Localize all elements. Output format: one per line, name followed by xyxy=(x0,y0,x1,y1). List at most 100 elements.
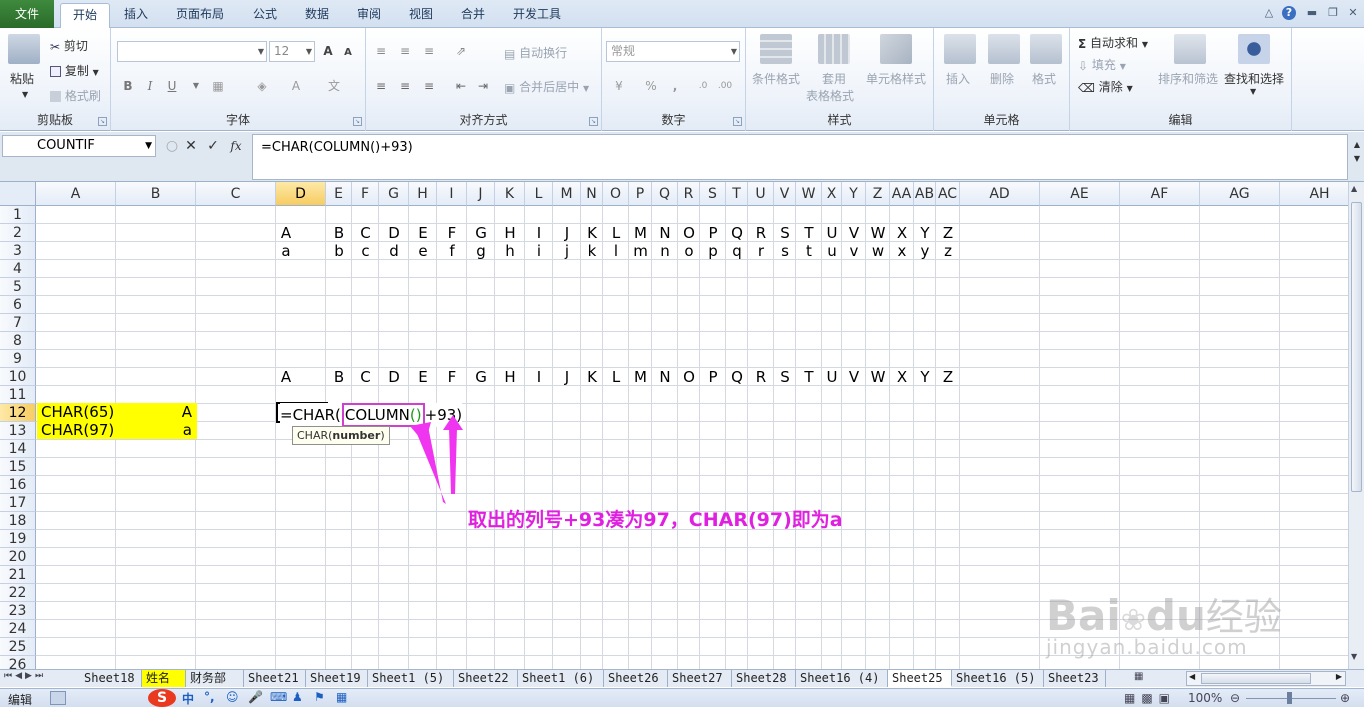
font-launcher-icon[interactable]: ↘ xyxy=(353,117,362,126)
tab-page-layout[interactable]: 页面布局 xyxy=(168,3,232,28)
borders-icon[interactable]: ▦ xyxy=(209,77,227,95)
number-format-combo[interactable]: 常规 ▼ xyxy=(606,41,740,62)
align-top-icon[interactable]: ≡ xyxy=(372,42,390,60)
tab-home[interactable]: 开始 xyxy=(60,3,110,29)
shrink-font-button[interactable]: A xyxy=(339,44,357,62)
hscroll-right-icon[interactable]: ▶ xyxy=(1336,672,1342,681)
align-right-icon[interactable]: ≡ xyxy=(420,77,438,95)
formula-input[interactable]: =CHAR(COLUMN()+93) xyxy=(252,134,1348,180)
align-bottom-icon[interactable]: ≡ xyxy=(420,42,438,60)
increase-indent-icon[interactable]: ⇥ xyxy=(474,77,492,95)
tab-data[interactable]: 数据 xyxy=(296,3,338,28)
sheet-tab-4[interactable]: Sheet19 xyxy=(306,670,368,687)
tab-formulas[interactable]: 公式 xyxy=(244,3,286,28)
delete-cells-button[interactable]: 删除 xyxy=(990,70,1014,87)
paste-dropdown-icon[interactable]: ▼ xyxy=(22,90,28,99)
cancel-edit-icon[interactable]: ✕ xyxy=(182,137,200,155)
font-color-icon[interactable]: A xyxy=(287,77,305,95)
find-select-dropdown-icon[interactable]: ▼ xyxy=(1250,87,1256,96)
sheet-nav-icon[interactable]: ⏮◀▶⏭ xyxy=(4,671,46,681)
sheet-tab-3[interactable]: Sheet21 xyxy=(244,670,306,687)
format-cells-button[interactable]: 格式 xyxy=(1032,70,1056,87)
decrease-decimal-icon[interactable]: .00 xyxy=(716,77,734,95)
help-icon[interactable]: ? xyxy=(1282,6,1296,20)
toolbox-icon[interactable]: ▦ xyxy=(336,690,347,704)
align-left-icon[interactable]: ≡ xyxy=(372,77,390,95)
find-select-button[interactable]: 查找和选择 xyxy=(1224,70,1284,87)
sheet-tab-11[interactable]: Sheet16 (4) xyxy=(796,670,888,687)
tab-developer[interactable]: 开发工具 xyxy=(504,3,570,28)
underline-dropdown-icon[interactable]: ▼ xyxy=(187,77,205,95)
conditional-format-button[interactable]: 条件格式 xyxy=(752,70,800,87)
collapse-ribbon-icon[interactable]: △ xyxy=(1261,6,1277,20)
format-as-table-button[interactable]: 套用 xyxy=(822,70,846,87)
orientation-icon[interactable]: ⇗ xyxy=(452,42,470,60)
hscroll-thumb[interactable] xyxy=(1201,673,1311,684)
sheet-tab-10[interactable]: Sheet28 xyxy=(732,670,796,687)
decrease-indent-icon[interactable]: ⇤ xyxy=(452,77,470,95)
scroll-down-icon[interactable]: ▼ xyxy=(1351,652,1357,661)
ime-mode[interactable]: 中 xyxy=(182,690,194,707)
sheet-tab-9[interactable]: Sheet27 xyxy=(668,670,732,687)
sheet-tab-12[interactable]: Sheet25 xyxy=(888,670,952,687)
format-painter-button[interactable]: 格式刷 xyxy=(50,87,101,104)
tab-merge[interactable]: 合并 xyxy=(452,3,494,28)
font-name-combo[interactable]: ▼ xyxy=(117,41,267,62)
close-icon[interactable]: ✕ xyxy=(1345,6,1361,20)
bold-button[interactable]: B xyxy=(119,77,137,95)
zoom-out-icon[interactable]: ⊖ xyxy=(1230,691,1240,705)
horizontal-scrollbar[interactable]: ◀ ▶ xyxy=(1186,671,1346,686)
name-box[interactable]: COUNTIF ▼ xyxy=(2,135,156,157)
sort-filter-button[interactable]: 排序和筛选 xyxy=(1158,70,1218,87)
restore-icon[interactable]: ❐ xyxy=(1325,6,1341,20)
zoom-level[interactable]: 100% xyxy=(1188,691,1222,705)
tab-insert[interactable]: 插入 xyxy=(114,3,158,28)
font-size-combo[interactable]: 12 ▼ xyxy=(269,41,315,62)
wrap-text-button[interactable]: ▤ 自动换行 xyxy=(504,44,567,61)
sheet-tab-7[interactable]: Sheet1 (6) xyxy=(518,670,604,687)
microphone-icon[interactable]: 🎤 xyxy=(248,690,263,704)
paste-button[interactable]: 粘贴 xyxy=(10,70,34,87)
macro-record-icon[interactable] xyxy=(50,691,66,705)
confirm-edit-icon[interactable]: ✓ xyxy=(204,137,222,155)
insert-function-icon[interactable]: fx xyxy=(227,137,245,155)
underline-button[interactable]: U xyxy=(163,77,181,95)
scroll-up-icon[interactable]: ▲ xyxy=(1351,184,1357,193)
emoji-icon[interactable]: ☺ xyxy=(226,690,239,704)
cell-styles-button[interactable]: 单元格样式 xyxy=(866,70,926,87)
align-center-icon[interactable]: ≡ xyxy=(396,77,414,95)
copy-button[interactable]: 复制 ▼ xyxy=(50,62,99,79)
sogou-ime-icon[interactable]: S xyxy=(148,689,176,707)
zoom-in-icon[interactable]: ⊕ xyxy=(1340,691,1350,705)
number-launcher-icon[interactable]: ↘ xyxy=(733,117,742,126)
tab-review[interactable]: 审阅 xyxy=(348,3,390,28)
comma-button[interactable]: , xyxy=(666,77,684,95)
sheet-tab-1[interactable]: 姓名 xyxy=(142,670,186,687)
zoom-slider-thumb[interactable] xyxy=(1287,692,1292,704)
cut-button[interactable]: ✂ 剪切 xyxy=(50,37,88,54)
formula-scroll-down-icon[interactable]: ▼ xyxy=(1348,150,1364,168)
sheet-tab-13[interactable]: Sheet16 (5) xyxy=(952,670,1044,687)
user-icon[interactable]: ♟ xyxy=(292,690,303,704)
autosum-button[interactable]: Σ 自动求和 ▼ xyxy=(1078,34,1148,51)
view-buttons-icon[interactable]: ▦▩▣ xyxy=(1124,691,1176,705)
sheet-tab-5[interactable]: Sheet1 (5) xyxy=(368,670,454,687)
worksheet-grid[interactable]: A B C D E F G H I J K L M N O P Q R S T U V W X Y Z AA AB AC AD AE AF AG… xyxy=(0,182,1348,669)
phonetic-icon[interactable]: 文 xyxy=(325,77,343,95)
tab-file[interactable]: 文件 xyxy=(0,0,54,28)
insert-sheet-icon[interactable]: ▦ xyxy=(1134,671,1143,682)
increase-decimal-icon[interactable]: .0 xyxy=(694,77,712,95)
grow-font-button[interactable]: A xyxy=(319,42,337,60)
sheet-tab-6[interactable]: Sheet22 xyxy=(454,670,518,687)
sheet-tab-2[interactable]: 财务部 xyxy=(186,670,244,687)
minimize-icon[interactable]: ▬ xyxy=(1304,6,1320,20)
insert-cells-button[interactable]: 插入 xyxy=(946,70,970,87)
clear-button[interactable]: ⌫ 清除 ▼ xyxy=(1078,78,1133,95)
fill-color-icon[interactable]: ◈ xyxy=(253,77,271,95)
alignment-launcher-icon[interactable]: ↘ xyxy=(589,117,598,126)
currency-icon[interactable]: ¥ xyxy=(610,77,628,95)
tab-view[interactable]: 视图 xyxy=(400,3,442,28)
sheet-tab-14[interactable]: Sheet23 xyxy=(1044,670,1106,687)
italic-button[interactable]: I xyxy=(141,77,159,95)
skin-icon[interactable]: ⚑ xyxy=(314,690,325,704)
